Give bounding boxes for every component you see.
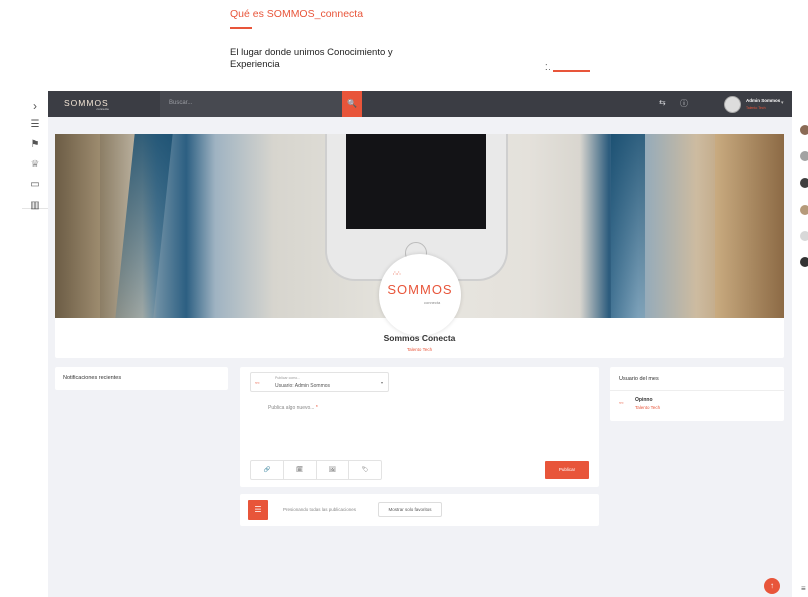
contact-avatar[interactable] [800, 231, 808, 241]
profile-name: Sommos Conecta [383, 333, 456, 343]
attachment-toolbar: 🔗 🗓 🖼 🏷 [250, 460, 382, 480]
user-of-month-name[interactable]: Opinno [635, 397, 653, 403]
menu-icon[interactable]: ≡ [801, 584, 806, 593]
user-of-month-role: Talento Tech [635, 405, 661, 410]
search-placeholder: Buscar... [169, 100, 193, 106]
recent-notifications-card: Notificaciones recientes [55, 367, 228, 390]
hero-tagline: El lugar donde unimos Conocimiento y Exp… [230, 47, 393, 70]
chevron-right-icon[interactable]: › [29, 99, 41, 113]
user-name[interactable]: Admin Sommos [746, 98, 780, 103]
document-icon[interactable]: ☰ [29, 119, 41, 130]
monitor-icon[interactable]: ▭ [29, 179, 41, 190]
cover-wood-right [715, 134, 784, 318]
cover-paint-streak-left [115, 134, 173, 318]
app-window: SOMMOS connecta Buscar... 🔍 ⇆ ⓘ Admin So… [48, 91, 792, 597]
image-icon[interactable]: 🖼 [317, 461, 350, 479]
required-mark: * [315, 405, 318, 411]
post-textarea[interactable]: Publica algo nuevo... * [268, 405, 318, 411]
scroll-to-top-button[interactable]: ↑ [764, 578, 780, 594]
cover-wood-left [55, 134, 100, 318]
profile-avatar[interactable]: ∴∴ SOMMOS connecta [379, 254, 461, 336]
contact-avatar[interactable] [800, 257, 808, 267]
contact-avatar[interactable] [800, 205, 808, 215]
search-input[interactable]: Buscar... [160, 91, 342, 117]
about-link[interactable]: Qué es SOMMOS_connecta [230, 8, 363, 20]
profile-role: Talento Tech [406, 347, 433, 352]
publish-as-value: Usuario: Admin Sommos [275, 383, 331, 389]
chevron-down-icon[interactable]: ▾ [781, 100, 784, 106]
top-navbar: SOMMOS connecta Buscar... 🔍 ⇆ ⓘ Admin So… [48, 91, 792, 117]
left-icon-rail: › ☰ ⚑ ♕ ▭ ▥ [22, 91, 49, 597]
recent-notifications-title: Notificaciones recientes [63, 375, 122, 381]
calendar-icon[interactable]: 🗓 [284, 461, 317, 479]
mini-logo-icon: ≈≈ [255, 380, 260, 385]
app-logo[interactable]: SOMMOS connecta [64, 98, 109, 111]
cover-paint-streak-right [611, 134, 645, 318]
card-divider [610, 390, 784, 391]
contacts-rail: ≡ [792, 91, 808, 597]
post-placeholder: Publica algo nuevo... [268, 405, 315, 411]
search-button[interactable]: 🔍 [342, 91, 362, 117]
user-role: Talento Tech [746, 106, 766, 110]
brand-dots-icon: ∴∴ [393, 271, 401, 277]
trophy-icon[interactable]: ♕ [29, 159, 41, 170]
about-link-underline [230, 27, 252, 29]
post-composer: ≈≈ Publicar como... Usuario: Admin Sommo… [240, 367, 599, 487]
flag-icon[interactable]: ⚑ [29, 139, 41, 150]
tag-icon[interactable]: 🏷 [349, 461, 381, 479]
profile-brand-text: SOMMOS [387, 282, 453, 297]
search-icon: 🔍 [347, 99, 357, 108]
feed-filter-text: Presionando todas las publicaciones [283, 507, 357, 512]
contact-avatar[interactable] [800, 178, 808, 188]
user-of-month-card: Usuario del mes ≈≈ Opinno Talento Tech [610, 367, 784, 421]
panel-icon[interactable]: ▥ [29, 200, 41, 211]
feed-filter-card: ☰ Presionando todas las publicaciones Mo… [240, 494, 599, 526]
filter-icon[interactable]: ☰ [248, 500, 268, 520]
profile-header-card: ∴∴ SOMMOS connecta Sommos Conecta Talent… [55, 134, 784, 358]
cover-phone-screen [346, 134, 486, 229]
loading-dots-icon: ⁚. [545, 63, 552, 72]
link-icon[interactable]: 🔗 [251, 461, 284, 479]
contact-avatar[interactable] [800, 151, 808, 161]
messages-icon[interactable]: ⇆ [659, 98, 666, 107]
profile-brand-subtext: connecta [424, 300, 441, 305]
mini-logo-icon: ≈≈ [619, 400, 624, 405]
loading-bar [553, 70, 590, 72]
publish-as-select[interactable]: ≈≈ Publicar como... Usuario: Admin Sommo… [250, 372, 389, 392]
publish-button[interactable]: Publicar [545, 461, 589, 479]
info-icon[interactable]: ⓘ [680, 98, 688, 109]
user-of-month-title: Usuario del mes [619, 376, 659, 382]
contact-avatar[interactable] [800, 125, 808, 135]
publish-as-label: Publicar como... [275, 376, 301, 380]
user-avatar[interactable] [724, 96, 741, 113]
chevron-down-icon: ▾ [381, 380, 384, 385]
show-favorites-button[interactable]: Mostrar solo favoritos [378, 502, 442, 517]
